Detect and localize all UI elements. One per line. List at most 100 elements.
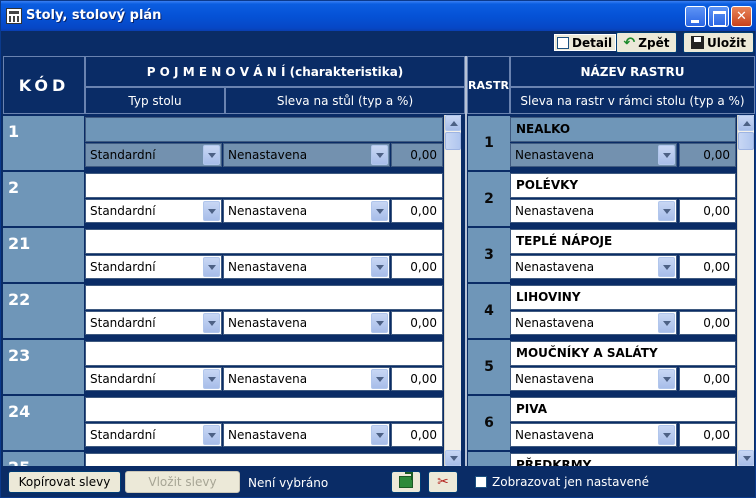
table-name-field[interactable] [85, 453, 443, 466]
table-name-field[interactable] [85, 397, 443, 422]
raster-discount-type-select[interactable]: Nenastavena [510, 367, 677, 391]
chevron-down-icon[interactable] [658, 145, 675, 165]
table-type-select[interactable]: Standardní [85, 255, 222, 279]
table-discount-value[interactable]: 0,00 [391, 311, 443, 335]
tables-scrollbar[interactable] [444, 115, 461, 466]
scroll-up-arrow-icon[interactable] [445, 115, 461, 131]
chevron-down-icon[interactable] [371, 369, 388, 389]
back-arrow-icon: ↶ [623, 34, 636, 51]
scroll-down-arrow-icon[interactable] [445, 450, 461, 466]
chevron-down-icon[interactable] [371, 201, 388, 221]
table-type-select[interactable]: Standardní [85, 311, 222, 335]
table-name-field[interactable] [85, 229, 443, 254]
pane-divider[interactable] [465, 56, 467, 466]
table-row[interactable]: 1 Standardní Nenastavena 0,00 [3, 115, 443, 171]
raster-discount-type-select[interactable]: Nenastavena [510, 423, 677, 447]
chevron-down-icon[interactable] [203, 313, 220, 333]
table-row[interactable]: 2 Standardní Nenastavena 0,00 [3, 171, 443, 227]
table-discount-type-select[interactable]: Nenastavena [223, 255, 390, 279]
apply-discount-button[interactable] [391, 471, 421, 493]
chevron-down-icon[interactable] [203, 257, 220, 277]
table-discount-type-select[interactable]: Nenastavena [223, 423, 390, 447]
table-discount-value[interactable]: 0,00 [391, 367, 443, 391]
close-button[interactable] [731, 6, 752, 27]
table-discount-value[interactable]: 0,00 [391, 423, 443, 447]
raster-discount-type-select[interactable]: Nenastavena [510, 311, 677, 335]
detail-checkbox[interactable]: Detail [554, 34, 617, 51]
paste-discounts-button[interactable]: Vložit slevy [125, 471, 240, 493]
table-discount-value[interactable]: 0,00 [391, 255, 443, 279]
table-row[interactable]: 21 Standardní Nenastavena 0,00 [3, 227, 443, 283]
raster-row[interactable]: 1 NEALKO Nenastavena 0,00 [468, 115, 736, 171]
raster-discount-value[interactable]: 0,00 [679, 199, 736, 223]
chevron-down-icon[interactable] [371, 313, 388, 333]
raster-name: LIHOVINY [510, 285, 736, 310]
table-type-select[interactable]: Standardní [85, 423, 222, 447]
raster-discount-type-select[interactable]: Nenastavena [510, 199, 677, 223]
raster-number: 4 [468, 284, 510, 338]
rasters-scrollbar[interactable] [737, 115, 754, 466]
cut-discount-button[interactable]: ✂ [428, 471, 458, 493]
table-discount-type-select[interactable]: Nenastavena [223, 367, 390, 391]
raster-row[interactable]: 3 TEPLÉ NÁPOJE Nenastavena 0,00 [468, 227, 736, 283]
chevron-down-icon[interactable] [658, 201, 675, 221]
raster-row[interactable]: PŘEDKRMY [468, 451, 736, 466]
table-row[interactable]: 25 [3, 451, 443, 466]
raster-row[interactable]: 4 LIHOVINY Nenastavena 0,00 [468, 283, 736, 339]
chevron-down-icon[interactable] [203, 201, 220, 221]
table-row[interactable]: 22 Standardní Nenastavena 0,00 [3, 283, 443, 339]
show-only-set-checkbox[interactable]: Zobrazovat jen nastavené [475, 475, 649, 489]
table-name-field[interactable] [85, 285, 443, 310]
header-sleva-na-rastr: Sleva na rastr v rámci stolu (typ a %) [510, 87, 755, 114]
copy-discounts-button[interactable]: Kopírovat slevy [8, 471, 121, 493]
show-only-set-check-box[interactable] [475, 476, 487, 488]
chevron-down-icon[interactable] [658, 313, 675, 333]
raster-discount-type-select[interactable]: Nenastavena [510, 143, 677, 167]
raster-row[interactable]: 6 PIVA Nenastavena 0,00 [468, 395, 736, 451]
raster-discount-value[interactable]: 0,00 [679, 367, 736, 391]
table-row[interactable]: 23 Standardní Nenastavena 0,00 [3, 339, 443, 395]
chevron-down-icon[interactable] [371, 425, 388, 445]
raster-row[interactable]: 5 MOUČNÍKY A SALÁTY Nenastavena 0,00 [468, 339, 736, 395]
chevron-down-icon[interactable] [203, 425, 220, 445]
raster-discount-value[interactable]: 0,00 [679, 143, 736, 167]
table-name-field[interactable] [85, 117, 443, 142]
chevron-down-icon[interactable] [658, 257, 675, 277]
chevron-down-icon[interactable] [203, 145, 220, 165]
table-discount-value[interactable]: 0,00 [391, 199, 443, 223]
raster-discount-type-value: Nenastavena [515, 148, 595, 162]
chevron-down-icon[interactable] [203, 369, 220, 389]
save-button[interactable]: Uložit [683, 32, 754, 53]
back-button[interactable]: ↶ Zpět [616, 32, 677, 53]
chevron-down-icon[interactable] [658, 425, 675, 445]
chevron-down-icon[interactable] [371, 145, 388, 165]
scroll-thumb[interactable] [738, 132, 754, 150]
raster-discount-type-select[interactable]: Nenastavena [510, 255, 677, 279]
bottom-bar: Kopírovat slevy Vložit slevy Není vybrán… [3, 467, 755, 497]
raster-number [468, 452, 510, 466]
raster-discount-value[interactable]: 0,00 [679, 423, 736, 447]
table-discount-type-select[interactable]: Nenastavena [223, 199, 390, 223]
raster-row[interactable]: 2 POLÉVKY Nenastavena 0,00 [468, 171, 736, 227]
scroll-down-arrow-icon[interactable] [738, 450, 754, 466]
minimize-button[interactable] [685, 6, 706, 27]
table-discount-type-select[interactable]: Nenastavena [223, 311, 390, 335]
chevron-down-icon[interactable] [658, 369, 675, 389]
scroll-up-arrow-icon[interactable] [738, 115, 754, 131]
detail-check-box[interactable] [557, 36, 569, 49]
table-name-field[interactable] [85, 173, 443, 198]
table-type-select[interactable]: Standardní [85, 367, 222, 391]
table-name-field[interactable] [85, 341, 443, 366]
maximize-button[interactable] [708, 6, 729, 27]
table-type-select[interactable]: Standardní [85, 199, 222, 223]
table-type-select[interactable]: Standardní [85, 143, 222, 167]
chevron-down-icon[interactable] [371, 257, 388, 277]
raster-discount-value[interactable]: 0,00 [679, 311, 736, 335]
table-discount-type-select[interactable]: Nenastavena [223, 143, 390, 167]
table-discount-value[interactable]: 0,00 [391, 143, 443, 167]
scroll-thumb[interactable] [445, 132, 461, 150]
raster-discount-value[interactable]: 0,00 [679, 255, 736, 279]
show-only-set-label: Zobrazovat jen nastavené [492, 475, 649, 489]
calculator-icon [6, 8, 22, 24]
table-row[interactable]: 24 Standardní Nenastavena 0,00 [3, 395, 443, 451]
